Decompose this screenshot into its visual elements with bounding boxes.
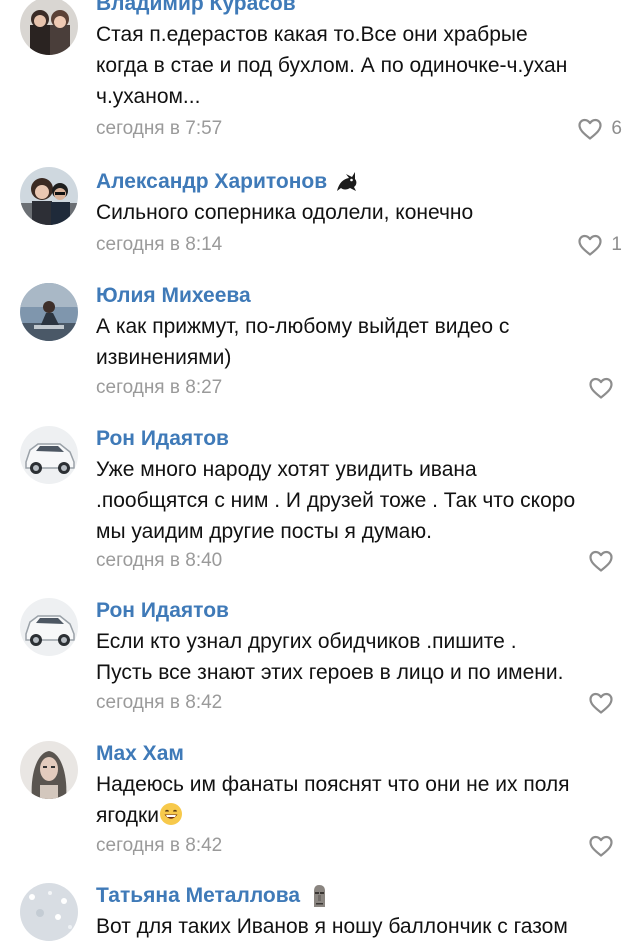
comment-timestamp: сегодня в 8:42 — [96, 692, 223, 713]
comment-timestamp: сегодня в 8:42 — [96, 835, 223, 856]
comment-author: Юлия Михеева — [96, 281, 251, 311]
heart-icon — [588, 376, 614, 400]
like-button[interactable] — [588, 832, 622, 860]
comment-timestamp: сегодня в 8:14 — [96, 234, 223, 255]
comment-text: Уже много народу хотят увидить ивана .по… — [96, 458, 576, 543]
like-button[interactable] — [588, 374, 622, 402]
comment-author: Рон Идаятов — [96, 424, 229, 454]
author-name-link[interactable]: Татьяна Металлова — [96, 884, 300, 908]
heart-icon — [588, 834, 614, 858]
moai-icon — [306, 883, 332, 909]
comment-text: А как прижмут, по-любому выйдет видео с … — [96, 315, 510, 369]
grinning-face-emoji — [159, 802, 183, 826]
comments-feed: Владимир Курасов Стая п.едерастов какая … — [0, 0, 640, 942]
woman-sitting-avatar[interactable] — [20, 283, 78, 341]
heart-icon — [588, 691, 614, 715]
author-name-link[interactable]: Александр Харитонов — [96, 170, 327, 194]
comment-author: Александр Харитонов — [96, 167, 359, 197]
woman-portrait-avatar[interactable] — [20, 741, 78, 799]
heart-icon — [588, 549, 614, 573]
like-button[interactable]: 6 — [577, 115, 622, 143]
like-count: 1 — [611, 234, 622, 255]
like-count: 6 — [611, 118, 622, 139]
comment-author: Татьяна Металлова — [96, 881, 332, 911]
white-suv-avatar[interactable] — [20, 426, 78, 484]
author-name-link[interactable]: Рон Идаятов — [96, 599, 229, 623]
glitter-avatar[interactable] — [20, 883, 78, 941]
author-name-link[interactable]: Рон Идаятов — [96, 427, 229, 451]
comment-timestamp: сегодня в 7:57 — [96, 118, 223, 139]
comment-text: Вот для таких Иванов я ношу баллончик с … — [96, 915, 568, 938]
couple-sunglasses-avatar[interactable] — [20, 167, 78, 225]
heart-icon — [577, 233, 603, 257]
comment-timestamp: сегодня в 8:27 — [96, 377, 223, 398]
comment-timestamp: сегодня в 8:40 — [96, 550, 223, 571]
author-name-link[interactable]: Юлия Михеева — [96, 284, 251, 308]
dragon-icon — [333, 169, 359, 195]
like-button[interactable] — [588, 547, 622, 575]
like-button[interactable] — [588, 689, 622, 717]
comment-author: Владимир Курасов — [96, 0, 296, 19]
comment-text: Надеюсь им фанаты пояснят что они не их … — [96, 769, 624, 831]
comment-text: Если кто узнал других обидчиков .пишите … — [96, 630, 564, 684]
comment-author: Max Хам — [96, 739, 184, 769]
heart-icon — [577, 117, 603, 141]
comment-text: Сильного соперника одолели, конечно — [96, 201, 474, 224]
comment-author: Рон Идаятов — [96, 596, 229, 626]
couple-photo-avatar[interactable] — [20, 0, 78, 55]
comment-text: Стая п.едерастов какая то.Все они храбры… — [96, 23, 568, 108]
like-button[interactable]: 1 — [577, 231, 622, 259]
author-name-link[interactable]: Владимир Курасов — [96, 0, 296, 16]
author-name-link[interactable]: Max Хам — [96, 742, 184, 766]
white-suv-avatar[interactable] — [20, 598, 78, 656]
